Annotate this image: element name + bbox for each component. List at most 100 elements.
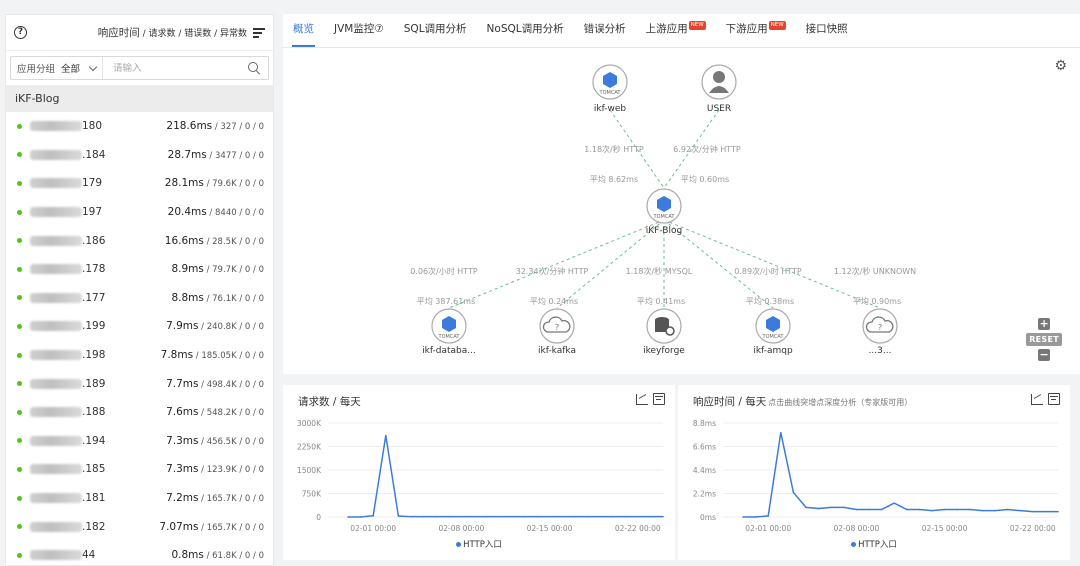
tab-4[interactable]: 错误分析: [574, 21, 636, 47]
tab-3[interactable]: NoSQL调用分析: [477, 21, 574, 47]
response-data-point: [780, 431, 782, 434]
edge-rate: 1.12次/秒 UNKNOWN: [834, 266, 916, 276]
instance-row[interactable]: .182 7.07ms / 165.7K / 0 / 0: [6, 512, 273, 541]
instance-counts: / 498.4K / 0 / 0: [198, 379, 264, 390]
status-dot: [17, 323, 22, 329]
instance-ip-suffix: .178: [82, 263, 106, 276]
instance-row[interactable]: 180 218.6ms / 327 / 0 / 0: [6, 112, 273, 141]
requests-data-point: [561, 515, 563, 518]
instance-counts: / 8440 / 0 / 0: [206, 208, 264, 219]
tab-7[interactable]: 接口快照: [796, 21, 858, 47]
response-data-point: [830, 506, 832, 509]
zoom-out-button[interactable]: −: [1038, 349, 1051, 361]
instance-ip: .186: [30, 235, 105, 247]
instance-row[interactable]: .181 7.2ms / 165.7K / 0 / 0: [6, 484, 273, 513]
instance-row[interactable]: 197 20.4ms / 8440 / 0 / 0: [6, 198, 273, 227]
status-dot: [17, 266, 22, 272]
new-badge: NEW: [768, 21, 786, 30]
sort-icon[interactable]: [253, 27, 265, 38]
response-series-line: [743, 432, 1058, 518]
instance-row[interactable]: .198 7.8ms / 185.05K / 0 / 0: [6, 341, 273, 370]
edge-avg: 平均 0.38ms: [746, 296, 794, 306]
instance-response-time: 7.7ms: [166, 377, 199, 390]
instance-row[interactable]: .186 16.6ms / 28.5K / 0 / 0: [6, 226, 273, 255]
response-data-point: [855, 508, 858, 511]
response-chart-subtitle: 点击曲线突增点深度分析（专家版可用）: [768, 398, 913, 407]
app-name-row[interactable]: iKF-Blog: [6, 85, 273, 112]
masked-ip: [30, 464, 82, 475]
instance-ip-suffix: .184: [82, 148, 106, 161]
zoom-controls: + RESET −: [1026, 318, 1062, 361]
tab-6[interactable]: 下游应用 NEW: [716, 21, 796, 47]
gear-icon[interactable]: ⚙: [1054, 58, 1067, 74]
instance-ip: .194: [30, 435, 105, 447]
group-select[interactable]: 应用分组 全部: [11, 57, 104, 79]
masked-ip: [30, 350, 82, 361]
instance-counts: / 185.05K / 0 / 0: [193, 351, 264, 362]
instance-ip-suffix: .189: [82, 377, 106, 390]
requests-data-point: [435, 515, 437, 518]
help-icon[interactable]: ?: [14, 26, 27, 39]
status-dot: [17, 352, 22, 358]
instance-row[interactable]: .188 7.6ms / 548.2K / 0 / 0: [6, 398, 273, 427]
instance-metrics: 8.9ms / 79.7K / 0 / 0: [171, 263, 264, 275]
response-data-point: [868, 508, 870, 511]
instance-counts: / 79.6K / 0 / 0: [203, 179, 264, 190]
instance-metrics: 7.07ms / 165.7K / 0 / 0: [159, 521, 264, 533]
instance-row[interactable]: .189 7.7ms / 498.4K / 0 / 0: [6, 369, 273, 398]
response-line-chart: 0ms 2.2ms 4.4ms 6.6ms 8.8ms 02-01 00:00 02-08 …: [693, 419, 1059, 533]
y-tick-label: 1500K: [297, 466, 322, 475]
response-data-point: [1019, 509, 1021, 512]
response-data-point: [943, 508, 946, 511]
instance-response-time: 7.9ms: [166, 320, 199, 333]
metric-header-rest: / 请求数 / 错误数 / 异常数: [139, 29, 247, 39]
instance-row[interactable]: 44 0.8ms / 61.8K / 0 / 0: [6, 541, 273, 565]
requests-data-point: [511, 515, 513, 518]
search-icon[interactable]: [246, 60, 262, 76]
tab-1[interactable]: JVM监控⑦: [324, 21, 394, 47]
instance-row[interactable]: .184 28.7ms / 3477 / 0 / 0: [6, 141, 273, 170]
status-dot: [17, 180, 22, 186]
requests-chart-legend[interactable]: HTTP入口: [283, 538, 675, 550]
instance-metrics: 8.8ms / 76.1K / 0 / 0: [171, 292, 264, 304]
tab-5[interactable]: 上游应用 NEW: [636, 21, 716, 47]
requests-data-point: [422, 515, 425, 518]
instance-ip-suffix: 44: [82, 549, 96, 562]
response-chart-legend[interactable]: HTTP入口: [678, 538, 1070, 550]
instance-response-time: 0.8ms: [171, 549, 204, 562]
instance-row[interactable]: .177 8.8ms / 76.1K / 0 / 0: [6, 284, 273, 313]
tab-label: JVM监控⑦: [334, 23, 384, 35]
data-view-icon[interactable]: [653, 393, 665, 405]
data-view-icon[interactable]: [1048, 393, 1060, 405]
instance-response-time: 7.8ms: [160, 349, 194, 362]
reset-button[interactable]: RESET: [1026, 333, 1062, 346]
instance-row[interactable]: 179 28.1ms / 79.6K / 0 / 0: [6, 169, 273, 198]
instance-search-input[interactable]: [103, 62, 246, 74]
app-root: ? 响应时间 / 请求数 / 错误数 / 异常数 应用分组 全部 iKF-Blo…: [0, 0, 1080, 566]
zoom-in-button[interactable]: +: [1038, 318, 1051, 330]
x-tick-label: 02-08 00:00: [834, 524, 880, 533]
sidebar-metrics-header[interactable]: 响应时间 / 请求数 / 错误数 / 异常数: [98, 25, 247, 40]
tomcat-label: TOMCAT: [762, 334, 785, 340]
status-dot: [17, 152, 22, 158]
response-data-point: [742, 516, 744, 518]
requests-line-chart: 0 750K 1500K 2250K 3000K 02-01 00:00 02-08 00:…: [297, 419, 664, 533]
line-chart-icon[interactable]: [636, 393, 648, 405]
instance-row[interactable]: .178 8.9ms / 79.7K / 0 / 0: [6, 255, 273, 284]
tab-2[interactable]: SQL调用分析: [394, 21, 477, 47]
instance-sidebar: ? 响应时间 / 请求数 / 错误数 / 异常数 应用分组 全部 iKF-Blo…: [5, 14, 274, 566]
instance-row[interactable]: .199 7.9ms / 240.8K / 0 / 0: [6, 312, 273, 341]
magnifier-icon: [665, 326, 675, 336]
masked-ip: [30, 121, 82, 132]
instance-ip-suffix: .194: [82, 434, 106, 447]
masked-ip: [30, 321, 82, 332]
instance-counts: / 3477 / 0 / 0: [206, 150, 264, 161]
instance-row[interactable]: .185 7.3ms / 123.9K / 0 / 0: [6, 455, 273, 484]
topology-edge: [448, 219, 665, 309]
instance-ip: .188: [30, 406, 105, 418]
instance-row[interactable]: .194 7.3ms / 456.5K / 0 / 0: [6, 427, 273, 456]
line-chart-icon[interactable]: [1031, 393, 1043, 405]
edge-rate: 32.34次/分钟 HTTP: [516, 266, 589, 276]
instance-metrics: 7.7ms / 498.4K / 0 / 0: [166, 378, 264, 390]
tab-0[interactable]: 概览: [283, 21, 324, 47]
